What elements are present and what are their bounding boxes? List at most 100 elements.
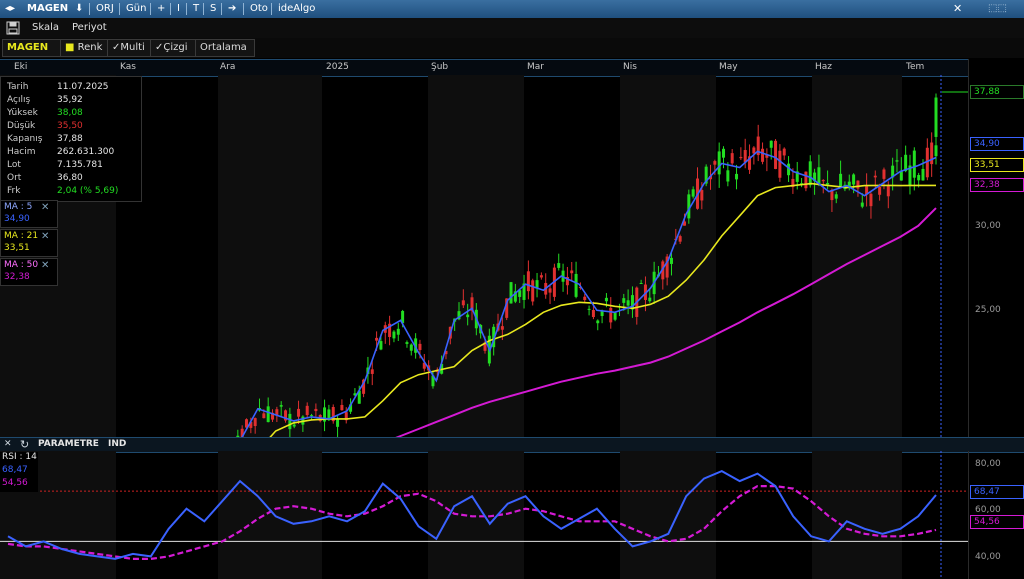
ma5-box[interactable]: MA : 5 ✕ 34,90: [0, 200, 58, 228]
rsi-tick: 40,00: [975, 552, 1001, 562]
candle-body: [735, 173, 739, 180]
candle-body: [839, 173, 843, 188]
candle-body: [305, 405, 309, 415]
price-chart[interactable]: [0, 75, 968, 437]
rsi-legend: RSI : 14 68,47 54,56: [0, 452, 38, 492]
period-button[interactable]: Gün: [123, 2, 149, 16]
auto-button[interactable]: Oto: [247, 2, 271, 16]
rsi-axis: 80,00 60,00 40,00 68,47 54,56: [968, 451, 1024, 579]
tab-color[interactable]: ■ Renk: [60, 39, 112, 57]
separator: [186, 3, 187, 15]
bar-button[interactable]: I: [174, 2, 183, 16]
candle-body: [769, 140, 773, 148]
download-icon[interactable]: ⬇: [72, 2, 86, 16]
tab-draw[interactable]: ✓Çizgi: [150, 39, 198, 57]
candle-body: [873, 175, 877, 178]
ma50-box[interactable]: MA : 50 ✕ 32,38: [0, 258, 58, 286]
remove-ma5-icon[interactable]: ✕: [41, 202, 49, 213]
info-key: Açılış: [7, 95, 31, 105]
remove-ma21-icon[interactable]: ✕: [41, 231, 49, 242]
candle-body: [535, 280, 539, 288]
candle-body: [882, 169, 886, 179]
parameter-button[interactable]: PARAMETRE: [38, 439, 99, 449]
candle-body: [392, 331, 396, 339]
separator: [221, 3, 222, 15]
info-key: Kapanış: [7, 134, 43, 144]
ma21-value: 33,51: [4, 243, 30, 253]
candle-body: [297, 408, 301, 417]
price-axis: 37,88 34,90 33,51 32,38 30,00 25,00: [968, 59, 1024, 437]
window-controls-icon[interactable]: ⬚⬚: [985, 2, 1010, 16]
rsi-chart[interactable]: [0, 451, 968, 579]
rsi-value-box: 68,47: [970, 485, 1024, 499]
tab-multi[interactable]: ✓Multi: [107, 39, 155, 57]
candle-body: [262, 413, 266, 419]
candle-body: [574, 273, 578, 297]
date-label: Eki: [14, 62, 28, 72]
brand-button[interactable]: ideAlgo: [275, 2, 318, 16]
info-value: 35,92: [57, 95, 83, 105]
candle-body: [466, 314, 470, 318]
plus-button[interactable]: +: [154, 2, 168, 16]
candle-body: [379, 341, 383, 350]
rsi-signal-box: 54,56: [970, 515, 1024, 529]
close-indicator-icon[interactable]: ✕: [4, 439, 12, 449]
symbol-label[interactable]: MAGEN: [24, 2, 71, 16]
candle-body: [878, 186, 882, 195]
date-label: Kas: [120, 62, 136, 72]
tab-symbol[interactable]: MAGEN: [2, 39, 64, 57]
month-band: [218, 75, 322, 437]
info-key: Yüksek: [7, 108, 38, 118]
ma21-box[interactable]: MA : 21 ✕ 33,51: [0, 229, 58, 257]
candle-body: [934, 97, 938, 137]
candle-body: [761, 148, 765, 162]
separator: [170, 3, 171, 15]
info-value: 2,04 (% 5,69): [57, 186, 119, 196]
candle-body: [461, 300, 465, 306]
date-label: May: [719, 62, 738, 72]
date-label: 2025: [326, 62, 349, 72]
candle-body: [782, 148, 786, 156]
date-label: Haz: [815, 62, 833, 72]
refresh-icon[interactable]: ↻: [20, 438, 29, 451]
candle-body: [639, 283, 643, 285]
separator: [119, 3, 120, 15]
candle-body: [856, 180, 860, 189]
close-icon[interactable]: ✕: [950, 2, 965, 16]
tab-color-label: Renk: [77, 42, 103, 53]
separator: [271, 3, 272, 15]
candle-body: [895, 160, 899, 162]
candle-body: [613, 312, 617, 320]
info-value: 36,80: [57, 173, 83, 183]
candle-body: [934, 145, 938, 157]
candle-body: [587, 308, 591, 310]
candle-body: [266, 406, 270, 423]
date-label: Nis: [623, 62, 637, 72]
orj-button[interactable]: ORJ: [93, 2, 117, 16]
candle-body: [739, 156, 743, 159]
nav-arrows-icon[interactable]: ◂▸: [2, 2, 18, 16]
ind-button[interactable]: IND: [108, 439, 126, 449]
candle-body: [253, 418, 257, 426]
tab-average[interactable]: Ortalama: [195, 39, 255, 57]
candle-body: [310, 415, 314, 417]
candle-body: [860, 202, 864, 207]
candle-body: [869, 193, 873, 207]
t-button[interactable]: T: [190, 2, 202, 16]
title-bar: ◂▸ MAGEN ⬇ ORJ Gün + I T S ➔ Oto ideAlgo…: [0, 0, 1024, 18]
remove-ma50-icon[interactable]: ✕: [41, 260, 49, 271]
s-button[interactable]: S: [207, 2, 219, 16]
ma50-value: 32,38: [4, 272, 30, 282]
candle-body: [678, 236, 682, 242]
period-menu[interactable]: Periyot: [72, 22, 107, 33]
rsi-tick: 60,00: [975, 505, 1001, 515]
date-label: Ara: [220, 62, 236, 72]
info-key: Düşük: [7, 121, 36, 131]
scale-menu[interactable]: Skala: [32, 22, 59, 33]
candle-body: [548, 288, 552, 293]
candle-body: [691, 189, 695, 197]
save-icon[interactable]: [6, 21, 20, 35]
candle-body: [539, 275, 543, 278]
info-key: Ort: [7, 173, 22, 183]
arrow-button[interactable]: ➔: [225, 2, 239, 16]
